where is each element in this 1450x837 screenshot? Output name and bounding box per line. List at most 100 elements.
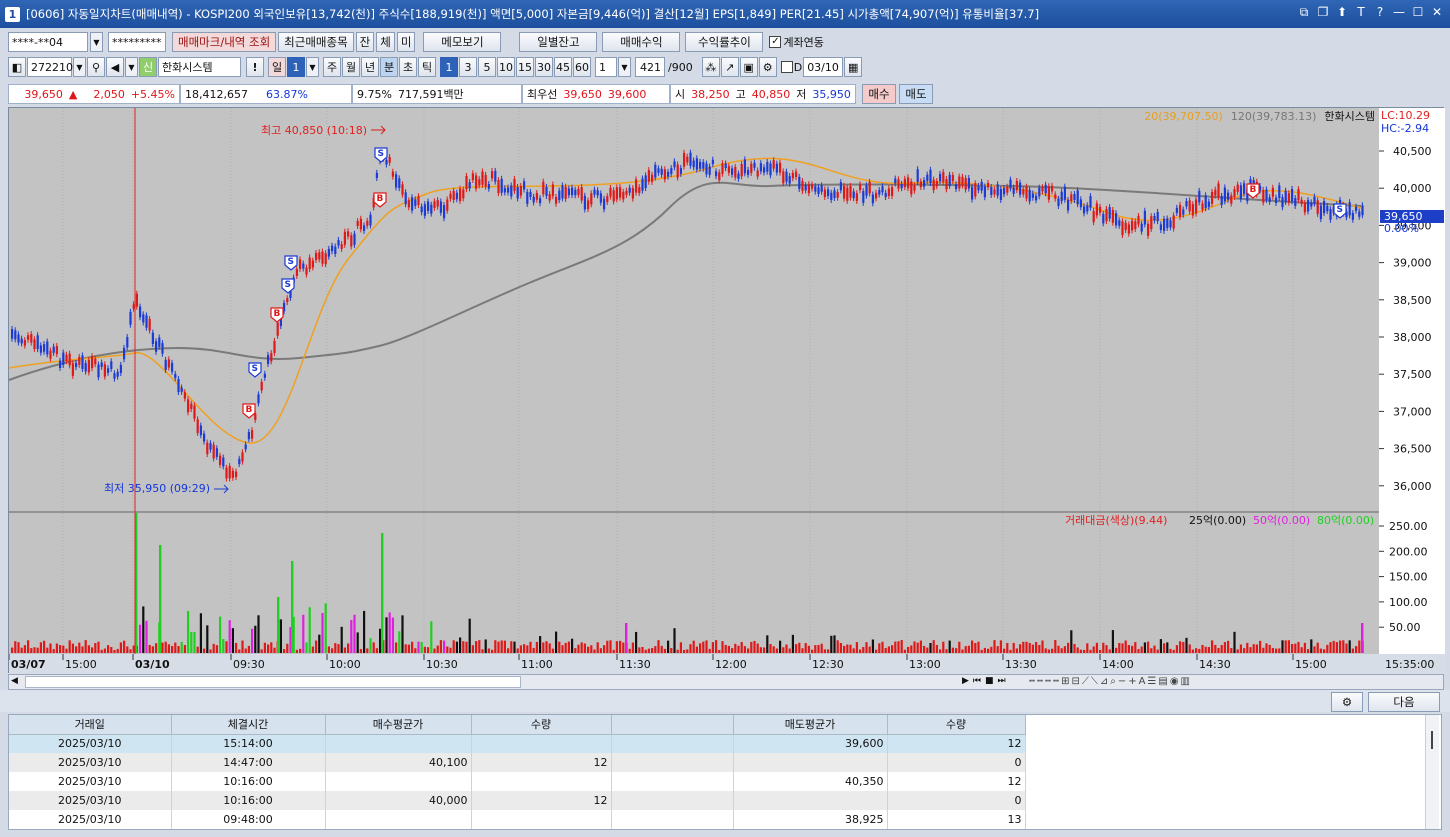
- speaker-icon[interactable]: ◀: [106, 57, 124, 77]
- code-dropdown-icon[interactable]: ▼: [73, 57, 86, 77]
- min-10-button[interactable]: 10: [497, 57, 515, 77]
- min-30-button[interactable]: 30: [535, 57, 553, 77]
- help-icon[interactable]: ?: [1373, 5, 1387, 20]
- candle-body: [20, 338, 23, 344]
- tab-executed[interactable]: 체: [376, 32, 395, 52]
- settings-gear-icon[interactable]: ⚙: [1331, 692, 1363, 712]
- period-dropdown-icon[interactable]: ▼: [306, 57, 319, 77]
- volume-bar: [308, 607, 311, 653]
- column-header[interactable]: 수량: [471, 715, 612, 735]
- gear-icon[interactable]: ⚙: [758, 57, 777, 77]
- table-row[interactable]: 2025/03/10 10:16:00 40,000 12 0: [9, 791, 1026, 810]
- bars-input[interactable]: 421: [635, 57, 665, 77]
- date-input[interactable]: 03/10: [803, 57, 844, 77]
- indicator-icon[interactable]: ⁂: [701, 57, 720, 77]
- date-checkbox[interactable]: [780, 61, 793, 73]
- time-axis-label: 09:30: [233, 658, 265, 671]
- table-scroll-thumb[interactable]: [1431, 731, 1433, 749]
- maximize-icon[interactable]: ☐: [1411, 5, 1425, 20]
- volume-bar: [423, 646, 426, 653]
- period-second-button[interactable]: 초: [399, 57, 417, 77]
- min-1-button[interactable]: 1: [440, 57, 458, 77]
- candle-body: [23, 340, 26, 346]
- period-day-button[interactable]: 일: [268, 57, 286, 77]
- next-button[interactable]: 다음: [1368, 692, 1440, 712]
- save-icon[interactable]: ▣: [739, 57, 758, 77]
- count-dropdown-icon[interactable]: ▼: [618, 57, 631, 77]
- period-week-button[interactable]: 주: [323, 57, 341, 77]
- min-60-button[interactable]: 60: [573, 57, 591, 77]
- min-15-button[interactable]: 15: [516, 57, 534, 77]
- yield-trend-button[interactable]: 수익률추이: [685, 32, 764, 52]
- password-field[interactable]: *********: [108, 32, 166, 52]
- min-45-button[interactable]: 45: [554, 57, 572, 77]
- account-field[interactable]: ****-**04: [8, 32, 88, 52]
- tab-balance[interactable]: 잔: [355, 32, 375, 52]
- min-3-button[interactable]: 3: [459, 57, 477, 77]
- trade-mark-query-button[interactable]: 매매마크/내역 조회: [172, 32, 277, 52]
- chart-scrollbar[interactable]: ◀ ▶⏮■⏭ ┅┅┅┅⊞⊟⟋⟍⊿⌕−+A☰▤◉▥: [8, 674, 1444, 690]
- stock-code-input[interactable]: 272210: [27, 57, 73, 77]
- layout-icon[interactable]: ◧: [8, 57, 26, 77]
- checkmark-icon[interactable]: ✓: [769, 36, 782, 48]
- column-header[interactable]: 매도평균가: [733, 715, 888, 735]
- recent-trades-button[interactable]: 최근매매종목: [278, 32, 354, 52]
- candle-body: [439, 201, 442, 213]
- text-icon[interactable]: T: [1354, 5, 1368, 20]
- account-link-checkbox[interactable]: ✓ 계좌연동: [769, 34, 824, 50]
- alert-icon[interactable]: !: [246, 57, 264, 77]
- search-icon[interactable]: ⚲: [87, 57, 105, 77]
- candle-body: [619, 187, 622, 198]
- table-scrollbar[interactable]: [1425, 715, 1439, 829]
- table-row[interactable]: 2025/03/10 10:16:00 40,350 12: [9, 772, 1026, 791]
- column-header[interactable]: 체결시간: [171, 715, 326, 735]
- restore-icon[interactable]: ⧉: [1297, 5, 1311, 20]
- tab-unexecuted[interactable]: 미: [396, 32, 416, 52]
- account-dropdown-icon[interactable]: ▼: [90, 32, 103, 52]
- chart-panel[interactable]: B S B S S B S B S 20(39,707.50) 120(39,783.13) 한…: [8, 107, 1445, 674]
- candle-body: [1022, 189, 1025, 195]
- table-row[interactable]: 2025/03/10 15:14:00 39,600 12: [9, 734, 1026, 753]
- volume-bar: [1345, 643, 1348, 653]
- volume-bar: [641, 646, 644, 653]
- playback-controls-icon[interactable]: ▶⏮■⏭: [962, 676, 1010, 686]
- period-num[interactable]: 1: [287, 57, 305, 77]
- candle-body: [967, 178, 970, 189]
- min-5-button[interactable]: 5: [478, 57, 496, 77]
- sell-button[interactable]: 매도: [899, 84, 933, 104]
- table-row[interactable]: 2025/03/10 09:48:00 38,925 13: [9, 810, 1026, 829]
- trade-profit-button[interactable]: 매매수익: [602, 32, 681, 52]
- period-minute-button[interactable]: 분: [380, 57, 398, 77]
- period-month-button[interactable]: 월: [342, 57, 360, 77]
- period-tick-button[interactable]: 틱: [418, 57, 436, 77]
- trend-icon[interactable]: ↗: [720, 57, 739, 77]
- scroll-thumb[interactable]: [25, 676, 521, 688]
- candle-body: [1095, 203, 1098, 216]
- column-header[interactable]: 매수평균가: [325, 715, 472, 735]
- calendar-icon[interactable]: ▦: [844, 57, 863, 77]
- scroll-left-icon[interactable]: ◀: [11, 676, 18, 686]
- volume-bar: [667, 640, 670, 653]
- period-year-button[interactable]: 년: [361, 57, 379, 77]
- volume-bar: [1147, 641, 1150, 653]
- daily-balance-button[interactable]: 일별잔고: [519, 32, 598, 52]
- memo-button[interactable]: 메모보기: [423, 32, 502, 52]
- volume-bar: [436, 645, 439, 653]
- close-icon[interactable]: ✕: [1430, 5, 1444, 20]
- count-input[interactable]: 1: [595, 57, 617, 77]
- pin-icon[interactable]: ⬆: [1335, 5, 1349, 20]
- column-header[interactable]: 수량: [887, 715, 1026, 735]
- candle-body: [836, 192, 839, 198]
- copy-icon[interactable]: ❐: [1316, 5, 1330, 20]
- bars-max: /900: [668, 60, 693, 74]
- column-header[interactable]: [611, 715, 734, 735]
- volume-bar: [619, 640, 622, 653]
- minimize-icon[interactable]: —: [1392, 5, 1406, 20]
- column-header[interactable]: 거래일: [9, 715, 172, 735]
- speaker-dropdown-icon[interactable]: ▼: [125, 57, 138, 77]
- drawing-tools-icon[interactable]: ┅┅┅┅⊞⊟⟋⟍⊿⌕−+A☰▤◉▥: [1029, 676, 1192, 687]
- volume-bar: [1051, 648, 1054, 653]
- buy-button[interactable]: 매수: [862, 84, 896, 104]
- table-row[interactable]: 2025/03/10 14:47:00 40,100 12 0: [9, 753, 1026, 772]
- chart-canvas[interactable]: B S B S S B S B S 20(39,707.50) 120(39,783.13) 한…: [9, 108, 1445, 674]
